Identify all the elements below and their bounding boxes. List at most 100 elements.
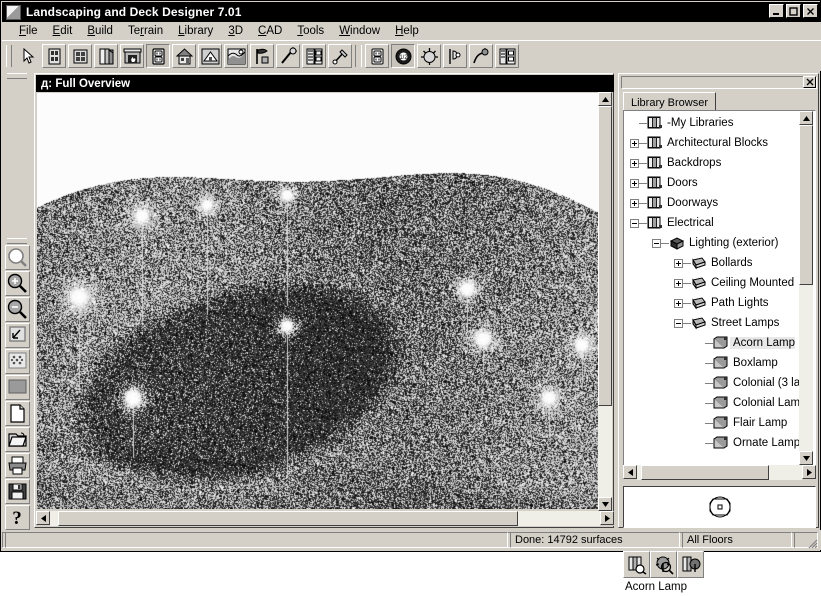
plant-finder-icon[interactable] bbox=[650, 551, 677, 578]
tree-scroll-left-button[interactable] bbox=[623, 465, 637, 479]
collapse-minus-icon[interactable] bbox=[674, 319, 683, 328]
expand-plus-icon[interactable] bbox=[630, 159, 639, 168]
viewport-vertical-scrollbar[interactable] bbox=[598, 92, 612, 511]
collapse-minus-icon[interactable] bbox=[630, 219, 639, 228]
expand-plus-icon[interactable] bbox=[674, 299, 683, 308]
tree-horizontal-scroll-track[interactable] bbox=[637, 465, 802, 480]
menu-build[interactable]: Build bbox=[80, 24, 121, 38]
expand-plus-icon[interactable] bbox=[674, 259, 683, 268]
roof-icon[interactable] bbox=[198, 44, 222, 68]
tree-item[interactable]: -My Libraries bbox=[624, 113, 815, 133]
tree-item[interactable]: Colonial (3 lam bbox=[624, 373, 815, 393]
library-panel-caption[interactable] bbox=[621, 76, 817, 89]
menu-library[interactable]: Library bbox=[171, 24, 221, 38]
menu-3d[interactable]: 3D bbox=[221, 24, 251, 38]
horizontal-scroll-thumb[interactable] bbox=[58, 511, 518, 526]
light-fixture-icon[interactable] bbox=[417, 44, 441, 68]
expand-plus-icon[interactable] bbox=[630, 179, 639, 188]
document-title[interactable]: д: Full Overview bbox=[36, 75, 614, 92]
minimize-button[interactable] bbox=[769, 4, 784, 18]
tree-horizontal-scroll-thumb[interactable] bbox=[641, 465, 769, 480]
wall-light-icon[interactable] bbox=[443, 44, 467, 68]
tree-item[interactable]: Acorn Lamp bbox=[624, 333, 815, 353]
menu-window[interactable]: Window bbox=[332, 24, 388, 38]
house-icon[interactable] bbox=[172, 44, 196, 68]
deck-icon[interactable] bbox=[302, 44, 326, 68]
measure-icon[interactable] bbox=[328, 44, 352, 68]
zoom-in-icon[interactable] bbox=[5, 271, 30, 296]
menu-tools[interactable]: Tools bbox=[290, 24, 332, 38]
expand-plus-icon[interactable] bbox=[674, 279, 683, 288]
solid-fill-icon[interactable] bbox=[5, 375, 30, 400]
scene-canvas[interactable] bbox=[37, 93, 599, 509]
window-icon[interactable] bbox=[68, 44, 92, 68]
menu-file[interactable]: File bbox=[12, 24, 46, 38]
pattern-icon[interactable] bbox=[5, 349, 30, 374]
horizontal-scroll-track[interactable] bbox=[50, 511, 600, 526]
fireplace-icon[interactable] bbox=[120, 44, 144, 68]
vertical-scroll-track[interactable] bbox=[598, 106, 612, 497]
menu-cad[interactable]: CAD bbox=[251, 24, 290, 38]
terrain-icon[interactable] bbox=[224, 44, 248, 68]
wire-icon[interactable] bbox=[469, 44, 493, 68]
maximize-button[interactable] bbox=[786, 4, 801, 18]
tree-scroll-up-button[interactable] bbox=[799, 111, 813, 125]
tree-scroll-down-button[interactable] bbox=[799, 451, 813, 465]
tree-item[interactable]: Electrical bbox=[624, 213, 815, 233]
tree-item[interactable]: Ornate Lamp bbox=[624, 433, 815, 453]
expand-plus-icon[interactable] bbox=[630, 199, 639, 208]
tab-library-browser[interactable]: Library Browser bbox=[623, 92, 716, 110]
toolbar-grip[interactable] bbox=[6, 45, 12, 67]
tree-item[interactable]: Doorways bbox=[624, 193, 815, 213]
viewport-3d[interactable] bbox=[37, 93, 599, 509]
menu-terrain[interactable]: Terrain bbox=[121, 24, 171, 38]
tree-item[interactable]: Street Lamps bbox=[624, 313, 815, 333]
scroll-right-button[interactable] bbox=[600, 511, 614, 525]
new-document-icon[interactable] bbox=[5, 401, 30, 426]
scroll-down-button[interactable] bbox=[598, 497, 612, 511]
cabinet-icon[interactable] bbox=[94, 44, 118, 68]
door-icon[interactable] bbox=[42, 44, 66, 68]
tree-scroll-right-button[interactable] bbox=[802, 465, 816, 479]
tree-item[interactable]: Lighting (exterior) bbox=[624, 233, 815, 253]
menu-edit[interactable]: Edit bbox=[46, 24, 81, 38]
library-tree[interactable]: -My LibrariesArchitectural BlocksBackdro… bbox=[623, 110, 816, 466]
plant-flag-icon[interactable] bbox=[250, 44, 274, 68]
tree-vertical-scrollbar[interactable] bbox=[799, 111, 813, 465]
zoom-icon[interactable] bbox=[5, 245, 30, 270]
tree-item[interactable]: Architectural Blocks bbox=[624, 133, 815, 153]
fit-to-window-icon[interactable] bbox=[5, 323, 30, 348]
vertical-scroll-thumb[interactable] bbox=[598, 106, 612, 406]
close-button[interactable] bbox=[803, 4, 818, 18]
tree-item[interactable]: Bollards bbox=[624, 253, 815, 273]
library-panel-close-icon[interactable] bbox=[803, 76, 816, 88]
left-toolbar-grip-mid[interactable] bbox=[7, 238, 27, 244]
select-arrow-icon[interactable] bbox=[16, 44, 40, 68]
tree-item[interactable]: Boxlamp bbox=[624, 353, 815, 373]
tree-item[interactable]: Colonial Lamp bbox=[624, 393, 815, 413]
menu-help[interactable]: Help bbox=[388, 24, 427, 38]
tree-vertical-scroll-track[interactable] bbox=[799, 125, 813, 451]
save-floppy-icon[interactable] bbox=[5, 479, 30, 504]
viewport-horizontal-scrollbar[interactable] bbox=[36, 511, 614, 526]
switch-icon[interactable]: 1/2 bbox=[391, 44, 415, 68]
tree-item[interactable]: Ceiling Mounted bbox=[624, 273, 815, 293]
tree-item[interactable]: Backdrops bbox=[624, 153, 815, 173]
tree-item[interactable]: Doors bbox=[624, 173, 815, 193]
help-question-icon[interactable]: ? bbox=[5, 505, 30, 530]
resize-grip-icon[interactable] bbox=[806, 537, 818, 549]
add-to-library-icon[interactable] bbox=[677, 551, 704, 578]
scroll-up-button[interactable] bbox=[598, 92, 612, 106]
open-folder-icon[interactable] bbox=[5, 427, 30, 452]
outlet-icon[interactable] bbox=[365, 44, 389, 68]
print-icon[interactable] bbox=[5, 453, 30, 478]
collapse-minus-icon[interactable] bbox=[652, 239, 661, 248]
expand-plus-icon[interactable] bbox=[630, 139, 639, 148]
zoom-out-icon[interactable] bbox=[5, 297, 30, 322]
electrical-library-icon[interactable] bbox=[495, 44, 519, 68]
tree-horizontal-scrollbar[interactable] bbox=[623, 465, 816, 480]
scroll-left-button[interactable] bbox=[36, 511, 50, 525]
left-toolbar-grip-top[interactable] bbox=[7, 73, 27, 79]
object-preview[interactable] bbox=[623, 486, 816, 528]
electrical-icon[interactable] bbox=[146, 44, 170, 68]
